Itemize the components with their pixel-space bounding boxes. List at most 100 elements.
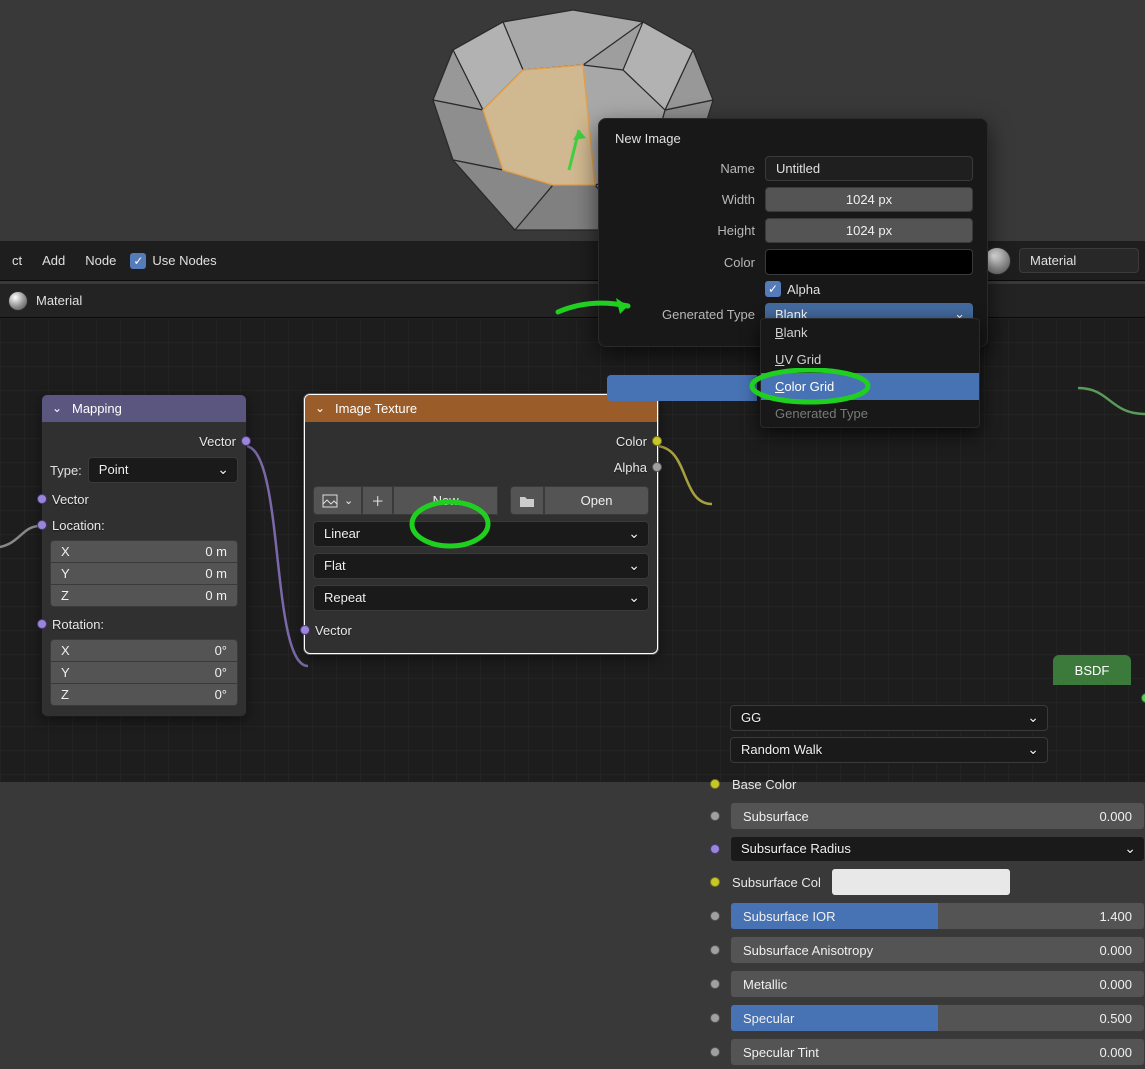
bsdf-prop-subsurface-radius[interactable]: Subsurface Radius (730, 833, 1145, 865)
projection-select[interactable]: Flat (313, 553, 649, 579)
socket-dot-icon[interactable] (652, 462, 662, 472)
mapping-type-select[interactable]: Point (88, 457, 238, 483)
dropdown-item-blank[interactable]: Blank (761, 319, 979, 346)
node-image-texture[interactable]: ⌄ Image Texture Color Alpha ⌄ ＋ New (304, 394, 658, 654)
type-label: Type: (50, 463, 82, 478)
height-input[interactable]: 1024 px (765, 218, 973, 243)
image-icon (322, 494, 338, 508)
socket-in-vector[interactable]: Vector (50, 486, 238, 512)
socket-dot-icon[interactable] (710, 1047, 720, 1057)
socket-dot-icon[interactable] (710, 844, 720, 854)
material-name: Material (36, 293, 82, 308)
socket-dot-icon[interactable] (300, 625, 310, 635)
image-new-button[interactable]: New (393, 486, 498, 515)
use-nodes-label: Use Nodes (152, 253, 216, 268)
image-open-folder-button[interactable] (510, 486, 544, 515)
width-input[interactable]: 1024 px (765, 187, 973, 212)
socket-dot-icon[interactable] (710, 911, 720, 921)
rotation-z[interactable]: Z0° (50, 684, 238, 706)
location-x[interactable]: X0 m (50, 540, 238, 563)
extension-select[interactable]: Repeat (313, 585, 649, 611)
slider-subsurface-ior[interactable]: Subsurface IOR1.400 (730, 902, 1145, 930)
distribution-select[interactable]: GG (730, 705, 1048, 731)
interpolation-select[interactable]: Linear (313, 521, 649, 547)
socket-dot-icon[interactable] (37, 619, 47, 629)
bsdf-prop-specular-tint[interactable]: Specular Tint0.000 (730, 1035, 1145, 1069)
socket-in-location[interactable]: Location: (50, 512, 238, 538)
chevron-down-icon: ⌄ (315, 401, 325, 415)
bsdf-prop-subsurface-col[interactable]: Subsurface Col (730, 865, 1145, 899)
alpha-checkbox[interactable]: ✓ Alpha (765, 281, 973, 297)
use-nodes-checkbox[interactable]: ✓ Use Nodes (130, 253, 216, 269)
slider-specular[interactable]: Specular0.500 (730, 1004, 1145, 1032)
material-name-field[interactable]: Material (1019, 248, 1139, 273)
check-icon: ✓ (130, 253, 146, 269)
location-y[interactable]: Y0 m (50, 563, 238, 585)
socket-out-color[interactable]: Color (313, 428, 649, 454)
socket-dot-icon[interactable] (710, 979, 720, 989)
socket-dot-icon[interactable] (710, 779, 720, 789)
socket-dot-icon[interactable] (710, 1013, 720, 1023)
bsdf-title: BSDF (1053, 655, 1131, 685)
menu-select-cut[interactable]: ct (6, 249, 28, 272)
color-label: Color (613, 255, 755, 270)
plus-icon: ＋ (371, 491, 384, 510)
socket-dot-icon[interactable] (1141, 693, 1145, 703)
color-swatch[interactable] (831, 868, 1011, 896)
bsdf-prop-specular[interactable]: Specular0.500 (730, 1001, 1145, 1035)
image-browse-button[interactable]: ⌄ (313, 486, 362, 515)
popup-title: New Image (613, 131, 973, 146)
name-label: Name (613, 161, 755, 176)
dropdown-item-color-grid[interactable]: Color Grid (761, 373, 979, 400)
generated-type-label: Generated Type (613, 307, 755, 322)
image-add-button[interactable]: ＋ (362, 486, 393, 515)
socket-dot-icon[interactable] (37, 494, 47, 504)
slider-subsurface[interactable]: Subsurface0.000 (730, 802, 1145, 830)
bsdf-prop-base-color[interactable]: Base Color (730, 769, 1145, 799)
dropdown-item-uv-grid[interactable]: UV Grid (761, 346, 979, 373)
check-icon: ✓ (765, 281, 781, 297)
location-xyz: X0 m Y0 m Z0 m (50, 540, 238, 607)
dropdown-header: Generated Type (761, 400, 979, 427)
bsdf-prop-metallic[interactable]: Metallic0.000 (730, 967, 1145, 1001)
location-z[interactable]: Z0 m (50, 585, 238, 607)
rotation-x[interactable]: X0° (50, 639, 238, 662)
chevron-down-icon: ⌄ (52, 401, 62, 415)
bsdf-prop-subsurface[interactable]: Subsurface0.000 (730, 799, 1145, 833)
node-mapping-title[interactable]: ⌄ Mapping (42, 395, 246, 422)
slider-subsurface-anisotropy[interactable]: Subsurface Anisotropy0.000 (730, 936, 1145, 964)
rotation-y[interactable]: Y0° (50, 662, 238, 684)
new-image-popup: New Image Name Untitled Width 1024 px He… (598, 118, 988, 347)
socket-dot-icon[interactable] (241, 436, 251, 446)
socket-dot-icon[interactable] (710, 877, 720, 887)
rotation-xyz: X0° Y0° Z0° (50, 639, 238, 706)
prop-label: Base Color (730, 777, 796, 792)
node-mapping[interactable]: ⌄ Mapping Vector Type: Point Vector Loca… (41, 394, 247, 717)
material-icon (8, 291, 28, 311)
socket-dot-icon[interactable] (710, 811, 720, 821)
socket-dot-icon[interactable] (710, 945, 720, 955)
menu-add[interactable]: Add (36, 249, 71, 272)
subsurface-method-select[interactable]: Random Walk (730, 737, 1048, 763)
socket-out-alpha[interactable]: Alpha (313, 454, 649, 480)
socket-dot-icon[interactable] (37, 520, 47, 530)
folder-icon (519, 494, 535, 508)
name-input[interactable]: Untitled (765, 156, 973, 181)
socket-out-vector[interactable]: Vector (50, 428, 238, 454)
socket-dot-icon[interactable] (652, 436, 662, 446)
slider-metallic[interactable]: Metallic0.000 (730, 970, 1145, 998)
socket-in-vector[interactable]: Vector (313, 617, 649, 643)
bsdf-prop-subsurface-anisotropy[interactable]: Subsurface Anisotropy0.000 (730, 933, 1145, 967)
slider-specular-tint[interactable]: Specular Tint0.000 (730, 1038, 1145, 1066)
menu-node[interactable]: Node (79, 249, 122, 272)
color-input[interactable] (765, 249, 973, 275)
generated-type-dropdown: Blank UV Grid Color Grid Generated Type (760, 318, 980, 428)
height-label: Height (613, 223, 755, 238)
bsdf-prop-subsurface-ior[interactable]: Subsurface IOR1.400 (730, 899, 1145, 933)
socket-in-rotation[interactable]: Rotation: (50, 611, 238, 637)
node-image-texture-title[interactable]: ⌄ Image Texture (305, 395, 657, 422)
popup-ok-button[interactable] (607, 375, 757, 401)
width-label: Width (613, 192, 755, 207)
dropdown-subsurface-radius[interactable]: Subsurface Radius (730, 836, 1145, 862)
image-open-button[interactable]: Open (544, 486, 649, 515)
